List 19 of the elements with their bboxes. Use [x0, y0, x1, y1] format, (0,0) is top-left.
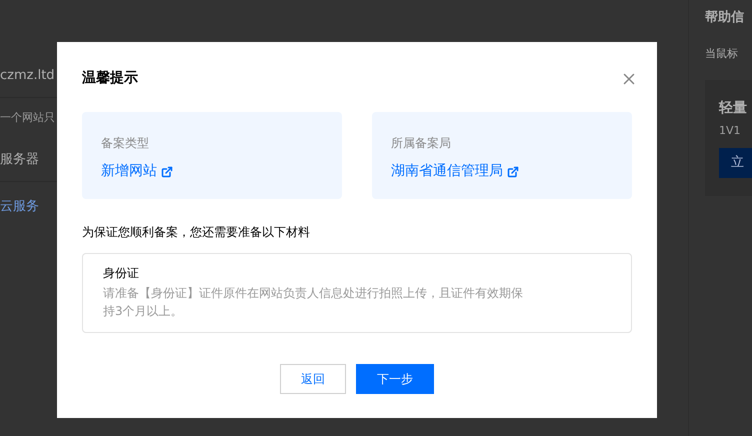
back-button[interactable]: 返回: [280, 364, 346, 394]
info-link[interactable]: 湖南省通信管理局: [391, 161, 503, 182]
external-link-icon: [507, 166, 519, 178]
promo-title: 轻量: [719, 99, 748, 118]
promo-button[interactable]: 立: [719, 148, 752, 178]
notice-text: 为保证您顺利备案，您还需要准备以下材料: [82, 224, 311, 241]
next-button[interactable]: 下一步: [356, 364, 434, 394]
info-label: 备案类型: [101, 135, 150, 152]
service-link[interactable]: 云服务: [0, 182, 60, 232]
material-description: 请准备【身份证】证件原件在网站负责人信息处进行拍照上传，且证件有效期保持3个月以上。: [103, 285, 524, 320]
promo-subtitle: 1V1: [719, 123, 742, 139]
info-link[interactable]: 新增网站: [101, 161, 157, 182]
external-link-icon: [161, 166, 173, 178]
material-title: 身份证: [103, 265, 140, 282]
background-text: 一个网站只: [0, 110, 56, 126]
info-label: 所属备案局: [391, 135, 452, 152]
help-hint: 当鼠标: [705, 46, 739, 62]
help-title: 帮助信: [705, 9, 745, 27]
dialog-title: 温馨提示: [82, 69, 138, 88]
